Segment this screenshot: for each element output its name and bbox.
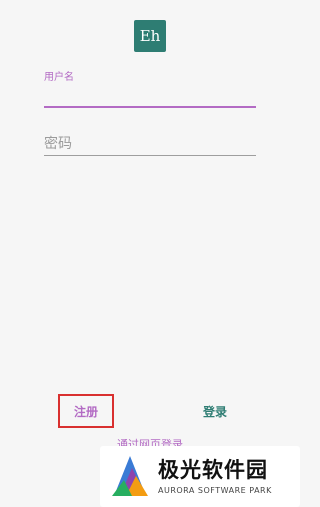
password-underline [44, 155, 256, 156]
app-logo-text: Eh [139, 27, 161, 45]
password-input[interactable] [44, 134, 256, 154]
login-button-label: 登录 [202, 404, 227, 419]
register-button-label: 注册 [73, 404, 98, 419]
username-underline [44, 106, 256, 108]
aurora-logo-icon [112, 456, 148, 496]
watermark: 极光软件园 AURORA SOFTWARE PARK [100, 446, 300, 507]
register-button[interactable]: 注册 [58, 394, 114, 428]
watermark-brand-en: AURORA SOFTWARE PARK [158, 486, 272, 495]
watermark-brand-cn: 极光软件园 [158, 458, 268, 482]
username-label: 用户名 [44, 72, 74, 83]
login-button[interactable]: 登录 [194, 400, 236, 422]
app-logo: Eh [134, 20, 166, 52]
username-input[interactable] [44, 84, 256, 102]
